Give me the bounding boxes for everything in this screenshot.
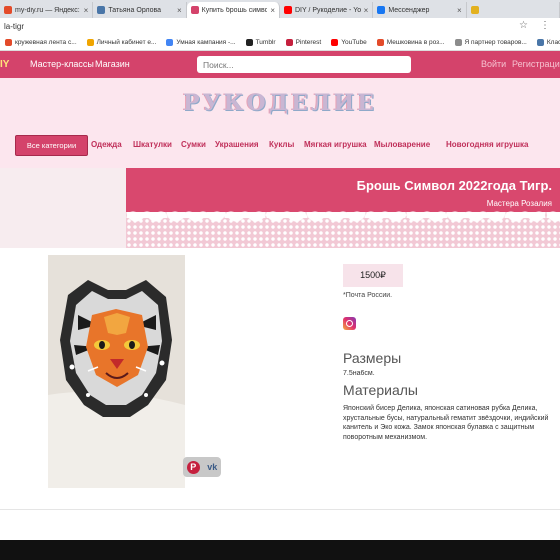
browser-tab-strip: my-diy.ru — Яндекс: нашл×Татьяна Орлова×… (0, 0, 560, 18)
tiger-brooch-image (48, 255, 185, 488)
site-header: РУКОДЕЛИЕ Все категории Одежда Шкатулки … (0, 78, 560, 168)
tab-favicon-icon (377, 6, 386, 14)
tab-close-icon[interactable]: × (84, 6, 89, 15)
extensions-icon[interactable]: ⋮ (540, 20, 550, 31)
browser-tab[interactable]: Татьяна Орлова × (93, 2, 187, 18)
materials-text: Японский бисер Делика, японская сатинова… (343, 405, 549, 441)
share-buttons: P vk (183, 457, 221, 477)
all-categories-button[interactable]: Все категории (15, 135, 88, 156)
bookmark-favicon-icon (376, 39, 384, 46)
lace-edge-decoration (126, 208, 560, 218)
tab-title: Купить брошь символ 20 (201, 6, 268, 14)
bookmark-label: Pinterest (295, 39, 322, 46)
bookmarks-bar: кружевная лента с... Личный кабинет е... У… (0, 35, 560, 51)
tab-title: Татьяна Орлова (108, 6, 162, 14)
bookmark-favicon-icon (166, 39, 174, 46)
browser-tab[interactable]: Мессенджер × (373, 2, 467, 18)
category-link[interactable]: Куклы (269, 140, 294, 149)
category-link[interactable]: Новогодняя игрушка (446, 140, 528, 149)
nav-master-classes[interactable]: Мастер-классы (30, 59, 94, 69)
bookmark-item[interactable]: Классы (532, 39, 560, 46)
tab-title: my-diy.ru — Яндекс: нашл (15, 6, 81, 14)
bookmark-label: Tumblr (255, 39, 276, 46)
shipping-note: *Почта России. (343, 292, 393, 299)
divider (0, 509, 560, 510)
tab-close-icon[interactable]: × (270, 6, 275, 15)
category-link[interactable]: Мягкая игрушка (304, 140, 367, 149)
site-navbar: IY Мастер-классы Магазин Войти Регистрац… (0, 51, 560, 78)
site-logo[interactable]: IY (0, 59, 9, 70)
bookmark-favicon-icon (5, 39, 12, 46)
browser-tab[interactable]: my-diy.ru — Яндекс: нашл× (0, 2, 94, 18)
tab-favicon-icon (283, 6, 292, 14)
materials-heading: Материалы (343, 382, 418, 398)
bookmark-favicon-icon (536, 39, 544, 46)
address-bar[interactable]: la-tigr ☆ ⋮ (0, 18, 560, 36)
category-link[interactable]: Мыловарение (374, 140, 430, 149)
bookmark-label: Мешковина в роз... (386, 39, 445, 46)
banner-left-panel (0, 168, 126, 248)
bookmark-item[interactable]: Tumblr (241, 39, 281, 46)
bookmark-label: YouTube (341, 39, 367, 46)
bookmark-label: кружевная лента с... (15, 39, 77, 46)
bookmark-label: Классы (546, 39, 560, 46)
tab-close-icon[interactable]: × (364, 6, 369, 15)
register-link[interactable]: Регистрация (512, 59, 560, 69)
bookmark-item[interactable]: Pinterest (281, 39, 327, 46)
vk-share-icon[interactable]: vk (207, 462, 217, 472)
nav-shop[interactable]: Магазин (95, 59, 130, 69)
instagram-icon[interactable] (343, 317, 356, 330)
address-url[interactable]: la-tigr (4, 22, 24, 31)
product-banner: Брошь Символ 2022года Тигр. Мастера Роза… (0, 168, 560, 248)
browser-tab[interactable] (467, 2, 560, 18)
sizes-heading: Размеры (343, 350, 402, 366)
product-author-link[interactable]: Мастера Розалия (487, 199, 552, 208)
category-link[interactable]: Сумки (181, 140, 206, 149)
search-input[interactable] (197, 56, 411, 73)
tab-favicon-icon (4, 6, 12, 14)
category-link[interactable]: Шкатулки (133, 140, 172, 149)
bookmark-item[interactable]: Мешковина в роз... (372, 39, 450, 46)
tab-favicon-icon (190, 6, 199, 14)
price-badge: 1500₽ (343, 264, 403, 287)
bookmark-item[interactable]: кружевная лента с... (0, 39, 82, 46)
tab-close-icon[interactable]: × (177, 6, 182, 15)
tab-favicon-icon (470, 6, 479, 14)
tab-favicon-icon (97, 6, 106, 14)
category-link[interactable]: Одежда (91, 140, 122, 149)
bookmark-favicon-icon (454, 39, 462, 46)
bookmark-favicon-icon (331, 39, 339, 46)
tab-title: Мессенджер (388, 6, 430, 14)
pinterest-share-icon[interactable]: P (186, 460, 200, 474)
bookmark-favicon-icon (285, 39, 293, 46)
tab-close-icon[interactable]: × (457, 6, 462, 15)
login-link[interactable]: Войти (481, 59, 506, 69)
bookmark-label: Умная кампания -... (176, 39, 236, 46)
bookmark-label: Я партнер товаров... (464, 39, 527, 46)
bookmark-star-icon[interactable]: ☆ (519, 20, 528, 31)
category-link[interactable]: Украшения (215, 140, 259, 149)
bookmark-favicon-icon (86, 39, 94, 46)
bookmark-item[interactable]: Личный кабинет е... (82, 39, 162, 46)
bookmark-label: Личный кабинет е... (96, 39, 157, 46)
bookmark-item[interactable]: Я партнер товаров... (450, 39, 532, 46)
site-title-logo[interactable]: РУКОДЕЛИЕ (0, 90, 560, 116)
product-photo[interactable] (48, 255, 185, 488)
product-title: Брошь Символ 2022года Тигр. (356, 178, 552, 193)
browser-tab[interactable]: Купить брошь символ 20× (186, 2, 280, 18)
browser-tab[interactable]: DIY / Рукоделие - YouTub× (280, 2, 374, 18)
bookmark-favicon-icon (245, 39, 253, 46)
os-taskbar (0, 540, 560, 560)
bookmark-item[interactable]: Умная кампания -... (161, 39, 240, 46)
tab-title: DIY / Рукоделие - YouTub (294, 6, 361, 14)
sizes-value: 7.5на6см. (343, 370, 375, 377)
bookmark-item[interactable]: YouTube (326, 39, 372, 46)
